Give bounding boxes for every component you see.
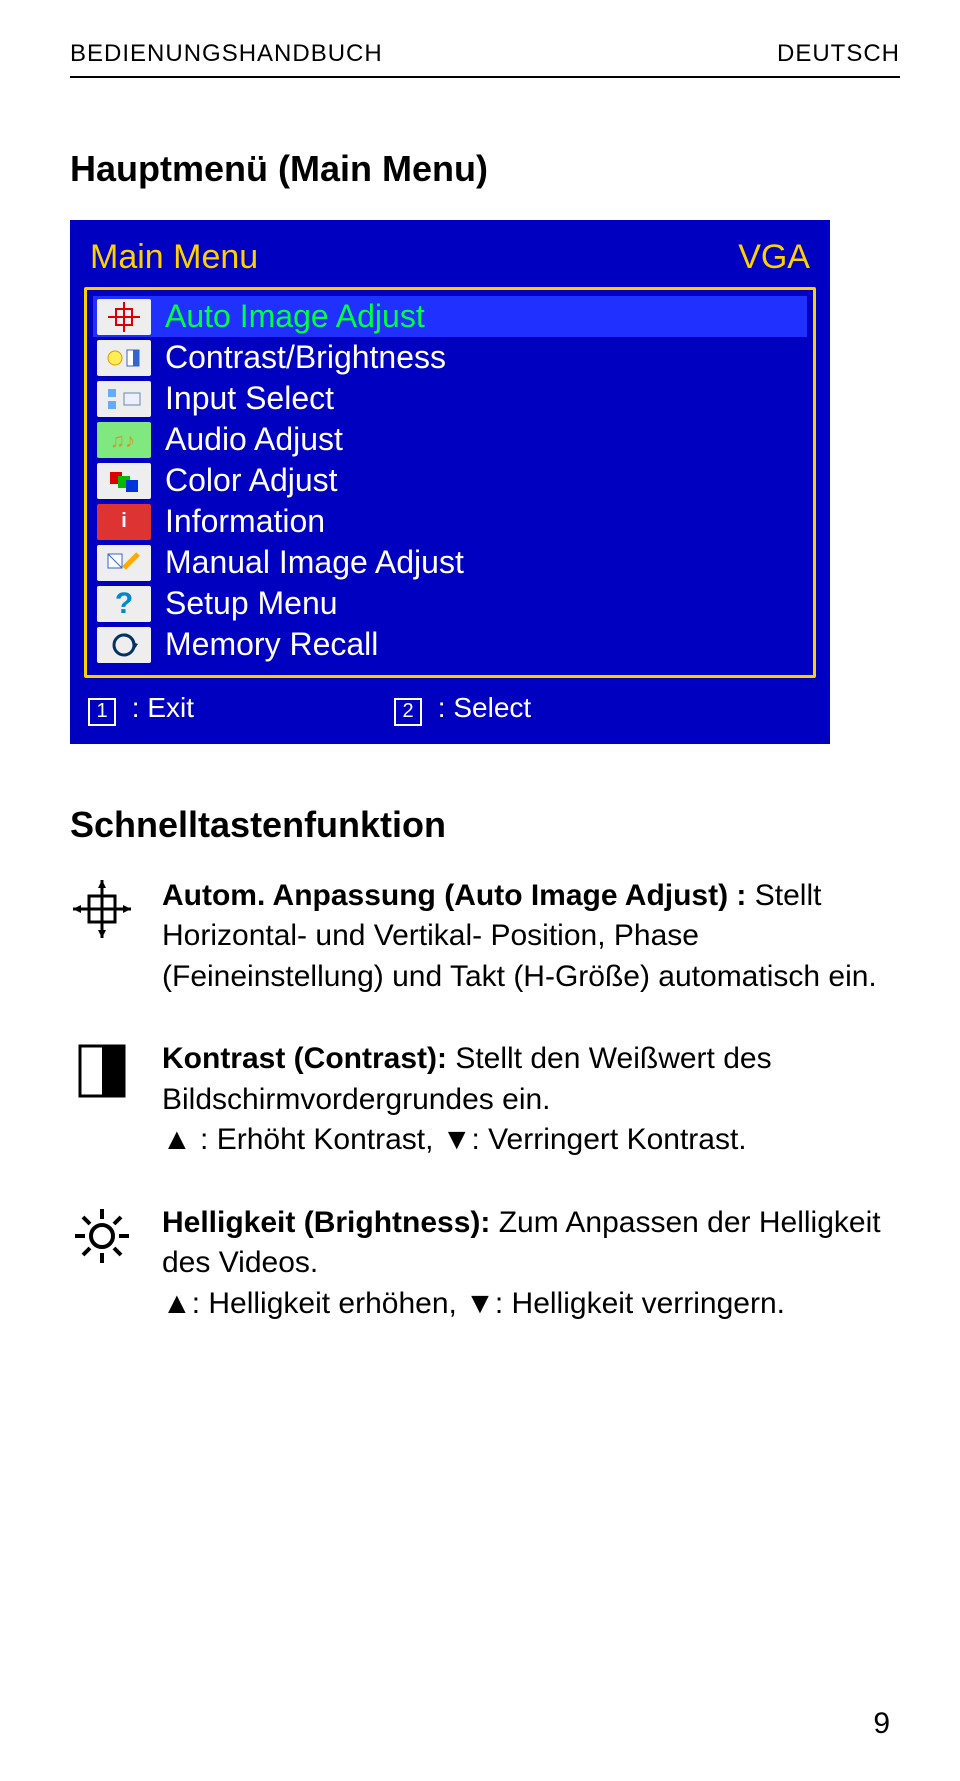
osd-item-label: Manual Image Adjust [165, 544, 464, 581]
osd-title: Main Menu [90, 238, 258, 277]
osd-item-label: Contrast/Brightness [165, 339, 446, 376]
entry-lead-auto: Autom. Anpassung (Auto Image Adjust) : [162, 879, 746, 912]
entry-lead-contrast: Kontrast (Contrast): [162, 1042, 447, 1075]
osd-item-label: Color Adjust [165, 462, 338, 499]
osd-key-exit: 1 : Exit [88, 692, 194, 726]
entry-lead-brightness: Helligkeit (Brightness): [162, 1206, 490, 1239]
osd-item-label: Setup Menu [165, 585, 338, 622]
section-title-main-menu: Hauptmenü (Main Menu) [70, 148, 900, 190]
page-number: 9 [873, 1707, 890, 1741]
doc-header-right: DEUTSCH [777, 40, 900, 68]
audio-icon: ♫♪ [97, 422, 151, 458]
osd-item-label: Audio Adjust [165, 421, 343, 458]
osd-item-information[interactable]: i Information [93, 501, 807, 542]
manual-icon [97, 545, 151, 581]
bright-contrast-icon [97, 340, 151, 376]
osd-mode: VGA [738, 238, 810, 277]
target-icon [70, 876, 134, 998]
osd-item-memory-recall[interactable]: Memory Recall [93, 624, 807, 665]
rgb-icon [97, 463, 151, 499]
key-2-icon: 2 [394, 698, 422, 726]
target-icon [97, 299, 151, 335]
osd-item-setup-menu[interactable]: ? Setup Menu [93, 583, 807, 624]
osd-item-label: Input Select [165, 380, 334, 417]
osd-item-auto-image-adjust[interactable]: Auto Image Adjust [93, 296, 807, 337]
section-title-hotkeys: Schnelltastenfunktion [70, 804, 900, 846]
info-icon: i [97, 504, 151, 540]
osd-item-label: Information [165, 503, 325, 540]
mem-icon [97, 627, 151, 663]
setup-icon: ? [97, 586, 151, 622]
header-rule [70, 76, 900, 78]
entry-contrast: Kontrast (Contrast): Stellt den Weißwert… [70, 1039, 900, 1161]
osd-item-audio-adjust[interactable]: ♫♪ Audio Adjust [93, 419, 807, 460]
osd-item-contrast-brightness[interactable]: Contrast/Brightness [93, 337, 807, 378]
entry-line2-contrast: ▲ : Erhöht Kontrast, ▼: Verringert Kontr… [162, 1123, 747, 1156]
osd-footer: 1 : Exit 2 : Select [84, 678, 816, 726]
input-icon [97, 381, 151, 417]
sun-icon [70, 1203, 134, 1325]
doc-header-left: BEDIENUNGSHANDBUCH [70, 40, 383, 68]
svg-text:♫♪: ♫♪ [110, 430, 135, 452]
contrast-icon [70, 1039, 134, 1161]
osd-key-exit-label: : Exit [132, 692, 194, 723]
osd-key-select-label: : Select [438, 692, 531, 723]
osd-item-input-select[interactable]: Input Select [93, 378, 807, 419]
key-1-icon: 1 [88, 698, 116, 726]
osd-item-label: Memory Recall [165, 626, 378, 663]
entry-brightness: Helligkeit (Brightness): Zum Anpassen de… [70, 1203, 900, 1325]
osd-item-label: Auto Image Adjust [165, 298, 425, 335]
entry-auto-adjust: Autom. Anpassung (Auto Image Adjust) : S… [70, 876, 900, 998]
osd-key-select: 2 : Select [394, 692, 531, 726]
osd-screenshot: Main Menu VGA Auto Image Adjust Contrast… [70, 220, 830, 744]
osd-frame: Auto Image Adjust Contrast/Brightness In… [84, 287, 816, 678]
osd-item-manual-image-adjust[interactable]: Manual Image Adjust [93, 542, 807, 583]
entry-line2-brightness: ▲: Helligkeit erhöhen, ▼: Helligkeit ver… [162, 1287, 785, 1320]
osd-item-color-adjust[interactable]: Color Adjust [93, 460, 807, 501]
